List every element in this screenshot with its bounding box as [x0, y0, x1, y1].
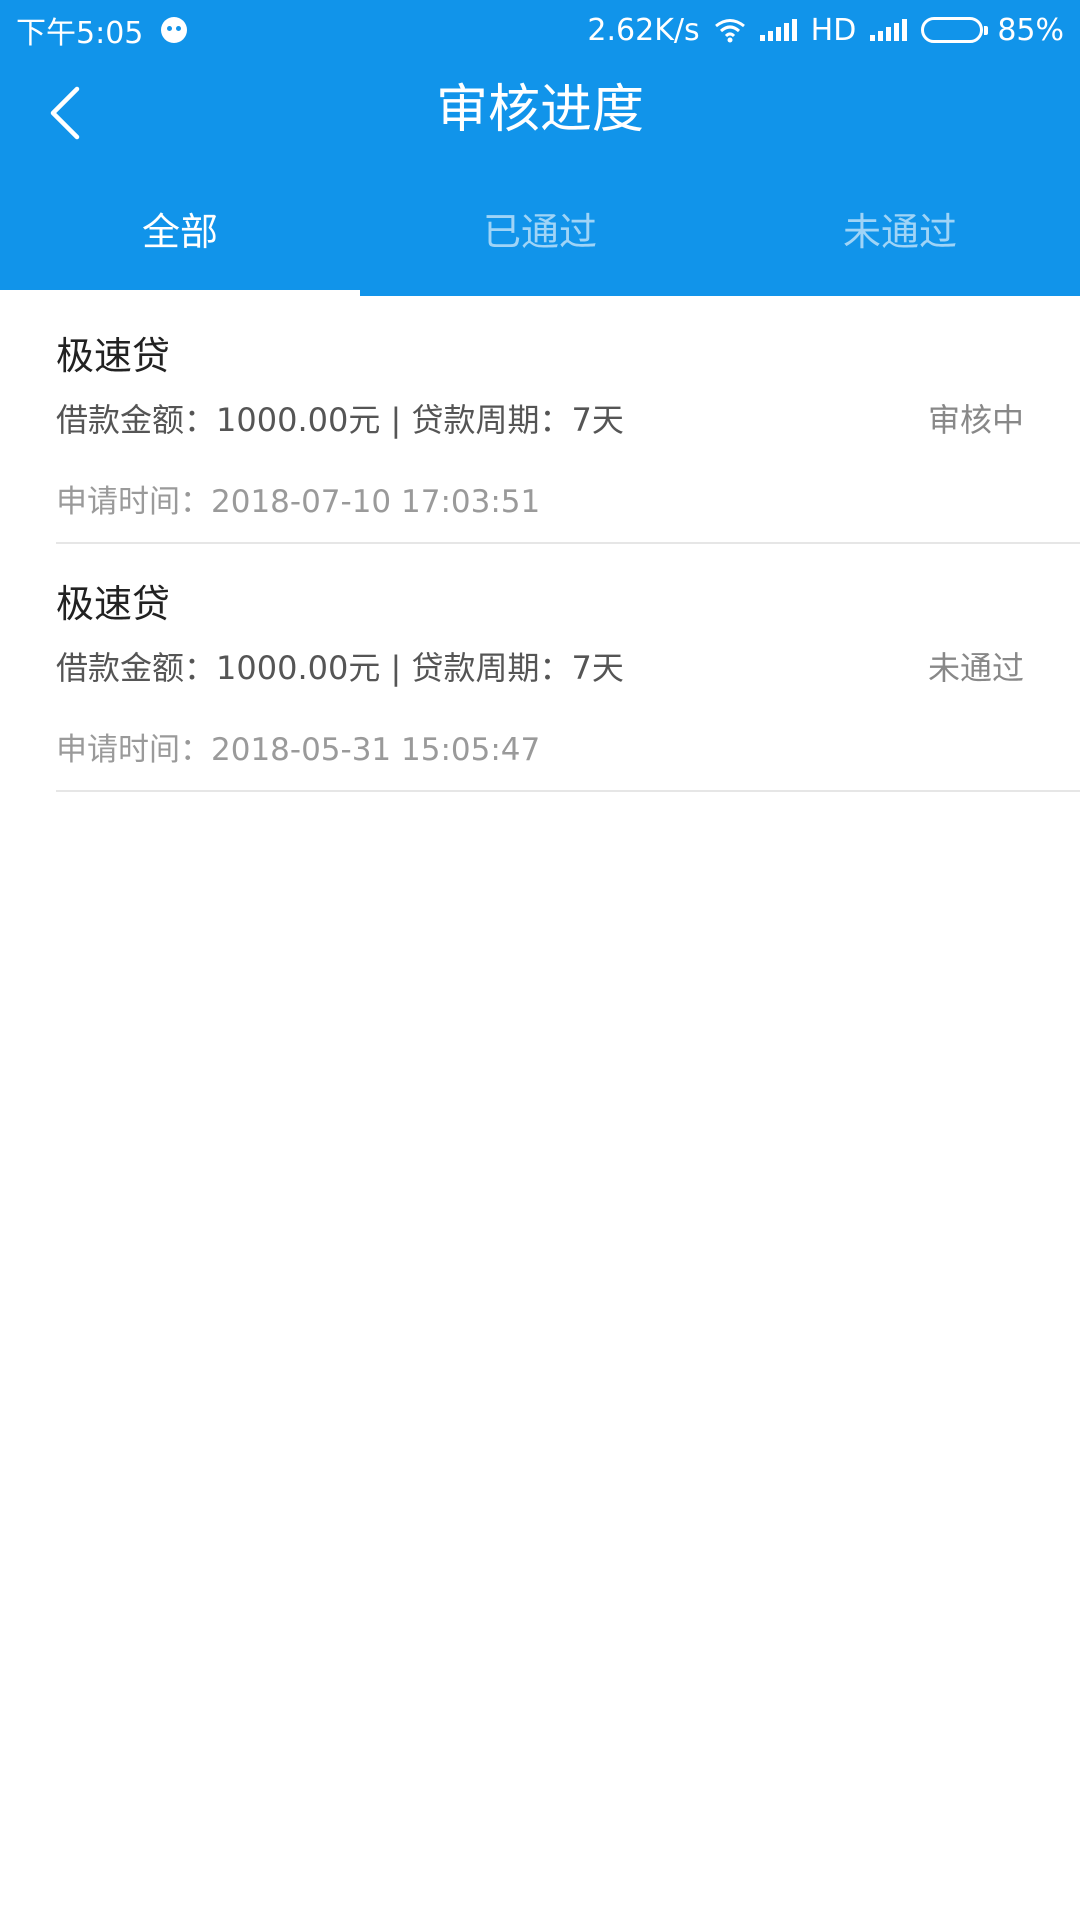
page-title: 审核进度	[435, 80, 644, 140]
list-item[interactable]: 极速贷 借款金额：1000.00元 | 贷款周期：7天 审核中 申请时间：201…	[56, 296, 1080, 544]
application-list: 极速贷 借款金额：1000.00元 | 贷款周期：7天 审核中 申请时间：201…	[0, 296, 1080, 792]
list-item[interactable]: 极速贷 借款金额：1000.00元 | 贷款周期：7天 未通过 申请时间：201…	[56, 544, 1080, 792]
signal-icon-secondary	[870, 19, 908, 41]
status-badge: 未通过	[927, 649, 1024, 687]
status-left: 下午5:05	[16, 10, 188, 51]
battery-icon	[921, 17, 989, 43]
tab-approved-label: 已通过	[482, 210, 597, 254]
tab-rejected[interactable]: 未通过	[720, 192, 1080, 296]
status-bar: 下午5:05 2.62K/s HD 85%	[0, 0, 1080, 60]
filter-tabs: 全部 已通过 未通过	[0, 192, 1080, 296]
item-title: 极速贷	[56, 582, 171, 626]
tab-all-label: 全部	[141, 210, 218, 254]
battery-percent: 85%	[997, 12, 1064, 48]
nav-bar: 审核进度	[0, 60, 1080, 160]
item-time: 申请时间：2018-05-31 15:05:47	[56, 732, 541, 768]
tab-rejected-label: 未通过	[842, 210, 957, 254]
tab-approved[interactable]: 已通过	[360, 192, 720, 296]
tab-all[interactable]: 全部	[0, 192, 360, 296]
status-time: 下午5:05	[16, 16, 144, 51]
net-speed: 2.62K/s	[587, 12, 700, 48]
status-badge: 审核中	[927, 401, 1024, 439]
status-right: 2.62K/s HD 85%	[587, 10, 1064, 50]
app-header: 下午5:05 2.62K/s HD 85% 审核进度 全部 已通过 未通过	[0, 0, 1080, 296]
item-time: 申请时间：2018-07-10 17:03:51	[56, 484, 541, 520]
item-title: 极速贷	[56, 334, 171, 378]
item-detail: 借款金额：1000.00元 | 贷款周期：7天	[56, 401, 624, 439]
notification-app-icon	[161, 17, 188, 43]
item-detail: 借款金额：1000.00元 | 贷款周期：7天	[56, 649, 624, 687]
wifi-icon	[714, 19, 745, 43]
network-type: HD	[810, 12, 857, 48]
signal-icon	[759, 19, 797, 41]
